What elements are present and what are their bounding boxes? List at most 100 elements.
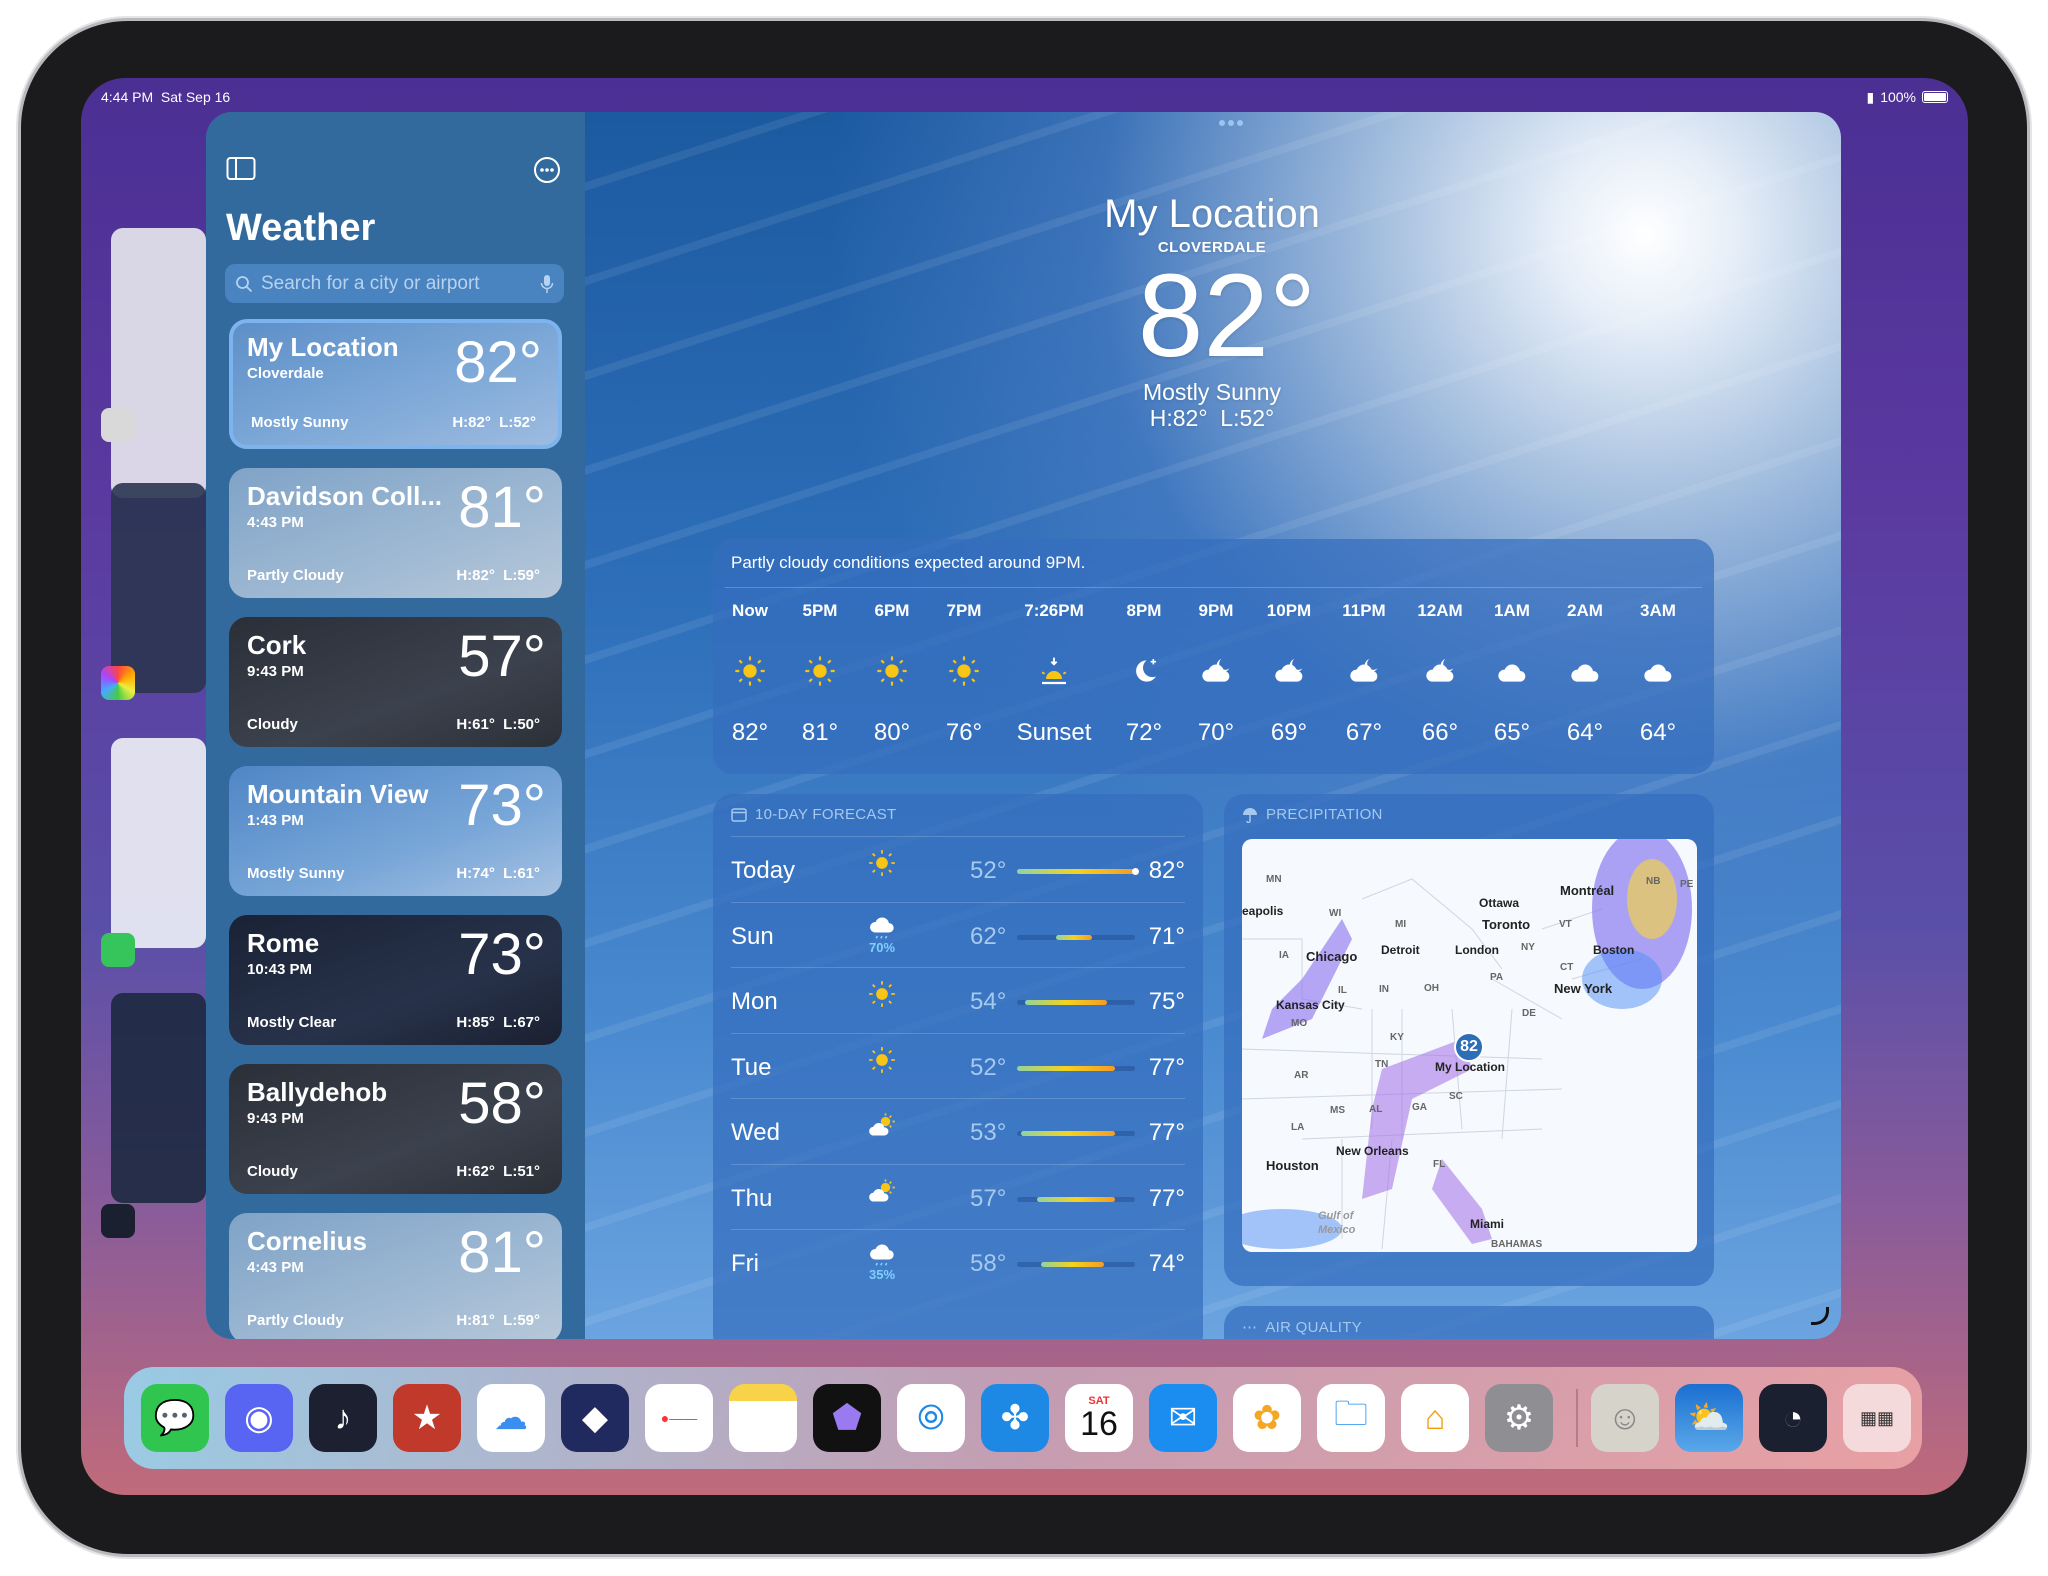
- dock-weather-icon[interactable]: ⛅: [1675, 1384, 1743, 1452]
- dock-calendar-icon[interactable]: SAT 16: [1065, 1384, 1133, 1452]
- city-condition: Partly Cloudy: [247, 1312, 344, 1329]
- sidebar-toggle-icon[interactable]: [226, 156, 256, 182]
- dock-testflight-icon[interactable]: ✤: [981, 1384, 1049, 1452]
- ten-day-forecast-panel[interactable]: 10-DAY FORECAST Today 52° 82° Sun 70% 62…: [713, 794, 1203, 1339]
- map-label-ct: CT: [1560, 962, 1574, 973]
- status-bar: 4:44 PM Sat Sep 16 ▮ 100%: [101, 86, 1948, 108]
- map-label-ga: GA: [1412, 1102, 1427, 1113]
- city-temperature: 58°: [458, 1071, 546, 1136]
- air-quality-panel[interactable]: ⋯ AIR QUALITY: [1224, 1306, 1714, 1339]
- battery-icon: [1922, 91, 1948, 103]
- daily-row[interactable]: Wed 53° 77°: [731, 1098, 1185, 1164]
- map-label-mn: MN: [1266, 874, 1282, 885]
- low-temperature: 62°: [970, 922, 1007, 950]
- map-label-fl: FL: [1433, 1159, 1446, 1170]
- current-condition: Mostly Sunny: [1142, 379, 1282, 405]
- daily-row[interactable]: Thu 57° 77°: [731, 1163, 1185, 1230]
- daily-row[interactable]: Sun 70% 62° 71°: [731, 901, 1185, 968]
- dock-mail-icon[interactable]: ✉: [1149, 1384, 1217, 1452]
- ten-day-header: 10-DAY FORECAST: [755, 806, 897, 823]
- sun-icon: [862, 1046, 902, 1074]
- cloud-rain-icon: 35%: [862, 1242, 902, 1282]
- status-time: 4:44 PM: [101, 89, 154, 105]
- city-card[interactable]: Davidson Coll... 4:43 PM 81° Partly Clou…: [229, 468, 562, 598]
- temperature-range-fill: [1017, 869, 1135, 874]
- hour-temperature: 64°: [1639, 719, 1677, 746]
- hourly-item: 7:26PM Sunset: [1009, 601, 1099, 747]
- dock-messages-icon[interactable]: 💬: [141, 1384, 209, 1452]
- dock-contacts-icon[interactable]: ☺: [1591, 1384, 1659, 1452]
- dock-fantastical-icon[interactable]: ★: [393, 1384, 461, 1452]
- dock-settings-icon[interactable]: ⚙: [1485, 1384, 1553, 1452]
- city-card[interactable]: Mountain View 1:43 PM 73° Mostly Sunny H…: [229, 766, 562, 896]
- precipitation-map[interactable]: MN eapolis WI MI Ottawa Montréal Toronto IA Chic…: [1242, 839, 1697, 1252]
- city-card[interactable]: Cork 9:43 PM 57° Cloudy H:61° L:50°: [229, 617, 562, 747]
- dock-files-icon[interactable]: 🗀: [1317, 1384, 1385, 1452]
- dock-icloud-drive-icon[interactable]: ☁: [477, 1384, 545, 1452]
- ipad-screen: 4:44 PM Sat Sep 16 ▮ 100% Weather My Loca…: [81, 78, 1968, 1495]
- temperature-range-bar: [1017, 1262, 1135, 1267]
- high-temperature: 71°: [1148, 922, 1185, 950]
- map-label-mi: MI: [1395, 919, 1407, 930]
- hour-label: 7PM: [946, 601, 982, 620]
- day-label: Wed: [731, 1119, 780, 1146]
- map-label-ms: MS: [1330, 1105, 1345, 1116]
- city-card[interactable]: Rome 10:43 PM 73° Mostly Clear H:85° L:6…: [229, 915, 562, 1045]
- temperature-range-bar: [1017, 1065, 1135, 1071]
- current-temperature: 82°: [1137, 250, 1317, 382]
- temperature-range-fill: [1017, 1065, 1116, 1071]
- precipitation-header: PRECIPITATION: [1266, 806, 1383, 823]
- hourly-item: 7PM 76°: [919, 601, 1009, 747]
- app-switcher-thumbnail[interactable]: [111, 483, 206, 693]
- daily-row[interactable]: Fri 35% 58° 74°: [731, 1229, 1185, 1295]
- city-card[interactable]: Ballydehob 9:43 PM 58° Cloudy H:62° L:51…: [229, 1064, 562, 1194]
- microphone-icon[interactable]: [540, 274, 554, 294]
- map-label-wi: WI: [1329, 908, 1342, 919]
- window-resize-handle[interactable]: [1811, 1307, 1829, 1325]
- search-field[interactable]: [225, 264, 564, 303]
- map-label-miami: Miami: [1470, 1217, 1505, 1231]
- high-temperature: 77°: [1148, 1053, 1185, 1081]
- daily-row[interactable]: Today 52° 82°: [731, 836, 1185, 902]
- dock-divider: [1576, 1389, 1578, 1447]
- dock-safari-icon[interactable]: ⦾: [897, 1384, 965, 1452]
- window-grabber[interactable]: [1219, 120, 1243, 126]
- high-temperature: 82°: [1148, 857, 1185, 884]
- dock-shortcuts-icon[interactable]: ◆: [561, 1384, 629, 1452]
- daily-row[interactable]: Tue 52° 77°: [731, 1032, 1185, 1099]
- app-switcher-thumbnail[interactable]: [111, 228, 206, 498]
- city-high-low: H:61° L:50°: [456, 716, 540, 733]
- sunset-icon: [1009, 655, 1099, 695]
- dock-home-icon[interactable]: ⌂: [1401, 1384, 1469, 1452]
- dock-notes-icon[interactable]: [729, 1384, 797, 1452]
- dock-speedtest-icon[interactable]: ◔: [1759, 1384, 1827, 1452]
- my-location-pin[interactable]: 82: [1454, 1032, 1484, 1062]
- high-temperature: 74°: [1148, 1250, 1185, 1277]
- app-title: Weather: [226, 207, 376, 249]
- map-label-la: LA: [1291, 1122, 1305, 1133]
- daily-row[interactable]: Mon 54° 75°: [731, 967, 1185, 1033]
- app-switcher-thumbnail[interactable]: [111, 738, 206, 948]
- city-high-low: H:85° L:67°: [456, 1014, 540, 1031]
- dock-photos-icon[interactable]: ✿: [1233, 1384, 1301, 1452]
- app-switcher-thumbnail[interactable]: [111, 993, 206, 1203]
- sun-icon: [862, 980, 902, 1008]
- dock-discord-icon[interactable]: ◉: [225, 1384, 293, 1452]
- search-input[interactable]: [261, 268, 532, 299]
- hourly-forecast-panel[interactable]: Partly cloudy conditions expected around…: [713, 539, 1714, 774]
- ellipsis-circle-icon[interactable]: [533, 156, 561, 184]
- city-card[interactable]: Cornelius 4:43 PM 81° Partly Cloudy H:81…: [229, 1213, 562, 1339]
- aqi-dots-icon: ⋯: [1242, 1319, 1258, 1336]
- dock-reminders-icon[interactable]: ●——: [645, 1384, 713, 1452]
- precipitation-panel[interactable]: PRECIPITATION MN eapolis WI MI Ottawa Montréa…: [1224, 794, 1714, 1286]
- dock-app-library-icon[interactable]: ▦▦: [1843, 1384, 1911, 1452]
- dock-obsidian-icon[interactable]: ⬟: [813, 1384, 881, 1452]
- sun-icon: [862, 849, 902, 877]
- hour-temperature: 76°: [945, 719, 983, 746]
- city-card[interactable]: My Location Cloverdale 82° Mostly Sunny …: [229, 319, 562, 449]
- city-temperature: 73°: [458, 773, 546, 838]
- dock-music-player-icon[interactable]: ♪: [309, 1384, 377, 1452]
- low-temperature: 52°: [970, 1053, 1007, 1081]
- current-high-low: H:82° L:52°: [1149, 405, 1275, 431]
- map-label-ny: NY: [1521, 942, 1535, 953]
